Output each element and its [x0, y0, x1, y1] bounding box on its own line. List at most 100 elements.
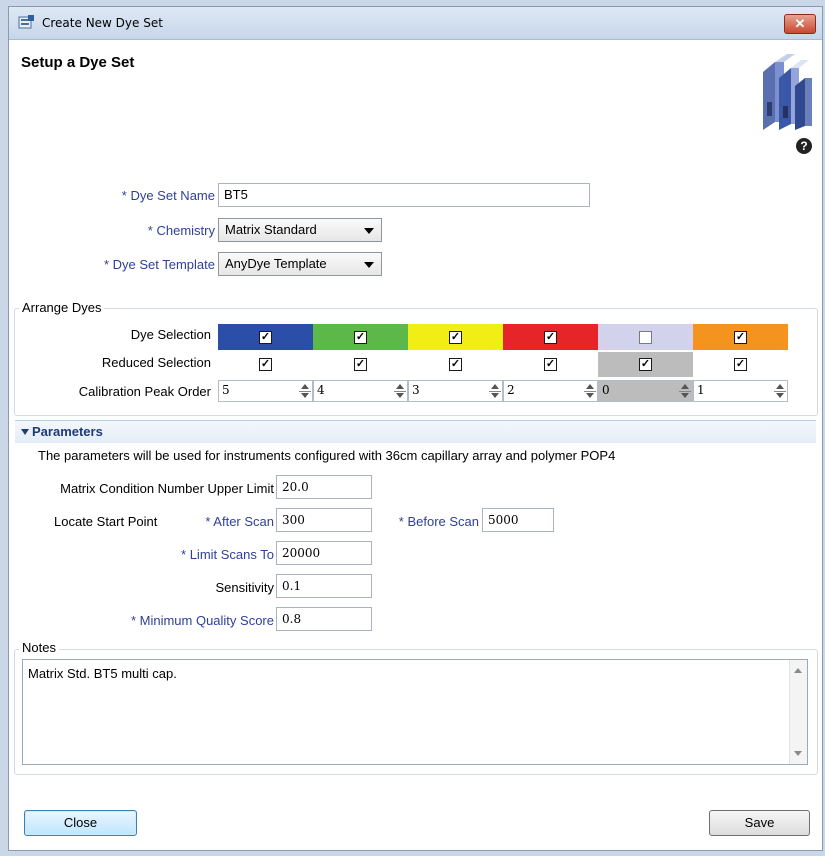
calibration-order-spinner[interactable]: 4	[313, 380, 408, 402]
reduced-selection-cell: ✓	[218, 352, 313, 377]
min-quality-input[interactable]: 0.8	[276, 607, 372, 631]
reduced-selection-cell: ✓	[693, 352, 788, 377]
window-title: Create New Dye Set	[42, 16, 163, 30]
create-dye-set-window: Create New Dye Set ✕ Setup a Dye Set ? *…	[8, 6, 823, 851]
calibration-order-value: 4	[317, 383, 325, 397]
calibration-order-value: 5	[222, 383, 230, 397]
reduced-selection-cell: ✓	[313, 352, 408, 377]
calibration-order-spinner[interactable]: 2	[503, 380, 598, 402]
dialog-content: Setup a Dye Set ? * Dye Set Name BT5 * C…	[9, 40, 822, 850]
sensitivity-label: Sensitivity	[215, 580, 274, 595]
notes-text: Matrix Std. BT5 multi cap.	[28, 666, 177, 681]
dye-selection-label: Dye Selection	[130, 327, 211, 342]
dye-set-name-label-text: Dye Set Name	[130, 188, 215, 203]
scroll-down-icon	[794, 751, 802, 756]
chemistry-label-text: Chemistry	[156, 223, 215, 238]
reduced-selection-cell: ✓	[408, 352, 503, 377]
dye-color-cell: ✓	[408, 324, 503, 350]
chemistry-select[interactable]: Matrix Standard	[218, 218, 382, 242]
after-scan-input[interactable]: 300	[276, 508, 372, 532]
before-scan-input[interactable]: 5000	[482, 508, 554, 532]
chemistry-value: Matrix Standard	[225, 222, 317, 237]
title-bar: Create New Dye Set ✕	[9, 7, 822, 40]
notes-textarea[interactable]: Matrix Std. BT5 multi cap.	[22, 659, 808, 765]
dye-color-cell: ✓	[503, 324, 598, 350]
spinner-arrows-icon[interactable]	[679, 382, 691, 400]
dye-selection-checkbox[interactable]: ✓	[544, 331, 557, 344]
window-close-button[interactable]: ✕	[784, 14, 816, 34]
reduced-selection-label: Reduced Selection	[101, 355, 211, 370]
reduced-selection-checkbox[interactable]: ✓	[734, 358, 747, 371]
page-title: Setup a Dye Set	[21, 54, 135, 71]
scroll-up-icon	[794, 668, 802, 673]
calibration-order-spinner[interactable]: 1	[693, 380, 788, 402]
dye-color-cell: ✓	[313, 324, 408, 350]
dye-set-name-input[interactable]: BT5	[218, 183, 590, 207]
close-button[interactable]: Close	[24, 810, 137, 836]
spinner-arrows-icon[interactable]	[774, 382, 786, 400]
after-scan-label: * After Scan	[189, 514, 274, 529]
reduced-selection-checkbox[interactable]: ✓	[639, 358, 652, 371]
required-mark: *	[130, 613, 136, 628]
limit-scans-input[interactable]: 20000	[276, 541, 372, 565]
limit-scans-label-text: Limit Scans To	[189, 547, 274, 562]
help-icon[interactable]: ?	[796, 138, 812, 154]
template-select[interactable]: AnyDye Template	[218, 252, 382, 276]
calibration-order-spinner[interactable]: 3	[408, 380, 503, 402]
chemistry-label: * Chemistry	[39, 223, 215, 238]
required-mark: *	[103, 257, 109, 272]
calibration-order-value: 2	[507, 383, 515, 397]
calibration-order-value: 3	[412, 383, 420, 397]
parameters-title: Parameters	[32, 424, 103, 439]
reduced-selection-cell: ✓	[503, 352, 598, 377]
dye-selection-checkbox[interactable]	[639, 331, 652, 344]
required-mark: *	[181, 547, 187, 562]
spinner-arrows-icon[interactable]	[584, 382, 596, 400]
dye-set-books-icon	[763, 54, 812, 130]
parameters-header[interactable]: Parameters	[15, 420, 816, 443]
calibration-order-label: Calibration Peak Order	[78, 384, 211, 399]
dye-selection-checkbox[interactable]: ✓	[734, 331, 747, 344]
min-quality-label-text: Minimum Quality Score	[139, 613, 274, 628]
matrix-limit-input[interactable]: 20.0	[276, 475, 372, 499]
chevron-down-icon	[364, 228, 374, 234]
spinner-arrows-icon[interactable]	[394, 382, 406, 400]
calibration-order-spinner[interactable]: 5	[218, 380, 313, 402]
notes-scrollbar[interactable]	[789, 660, 807, 764]
required-mark: *	[398, 514, 404, 529]
collapse-triangle-icon	[21, 429, 29, 435]
before-scan-label: * Before Scan	[379, 514, 479, 529]
arrange-dyes-title: Arrange Dyes	[19, 300, 105, 315]
template-label: * Dye Set Template	[39, 257, 215, 272]
dye-selection-checkbox[interactable]: ✓	[449, 331, 462, 344]
locate-start-label: Locate Start Point	[54, 514, 158, 529]
calibration-order-value: 1	[697, 383, 705, 397]
calibration-order-value: 0	[602, 383, 610, 397]
required-mark: *	[147, 223, 153, 238]
required-mark: *	[121, 188, 127, 203]
spinner-arrows-icon[interactable]	[489, 382, 501, 400]
min-quality-label: * Minimum Quality Score	[69, 613, 274, 628]
app-icon	[18, 15, 34, 29]
reduced-selection-cell: ✓	[598, 352, 693, 377]
reduced-selection-checkbox[interactable]: ✓	[354, 358, 367, 371]
calibration-order-spinner[interactable]: 0	[598, 380, 693, 402]
matrix-limit-label: Matrix Condition Number Upper Limit	[60, 481, 274, 496]
after-scan-label-text: After Scan	[213, 514, 274, 529]
reduced-selection-checkbox[interactable]: ✓	[259, 358, 272, 371]
template-label-text: Dye Set Template	[112, 257, 215, 272]
template-value: AnyDye Template	[225, 256, 327, 271]
spinner-arrows-icon[interactable]	[299, 382, 311, 400]
dye-color-cell	[598, 324, 693, 350]
dye-color-cell: ✓	[693, 324, 788, 350]
parameters-description: The parameters will be used for instrume…	[38, 448, 616, 463]
reduced-selection-checkbox[interactable]: ✓	[544, 358, 557, 371]
chevron-down-icon	[364, 262, 374, 268]
save-button[interactable]: Save	[709, 810, 810, 836]
dye-selection-checkbox[interactable]: ✓	[259, 331, 272, 344]
dye-color-cell: ✓	[218, 324, 313, 350]
required-mark: *	[205, 514, 211, 529]
sensitivity-input[interactable]: 0.1	[276, 574, 372, 598]
dye-selection-checkbox[interactable]: ✓	[354, 331, 367, 344]
reduced-selection-checkbox[interactable]: ✓	[449, 358, 462, 371]
